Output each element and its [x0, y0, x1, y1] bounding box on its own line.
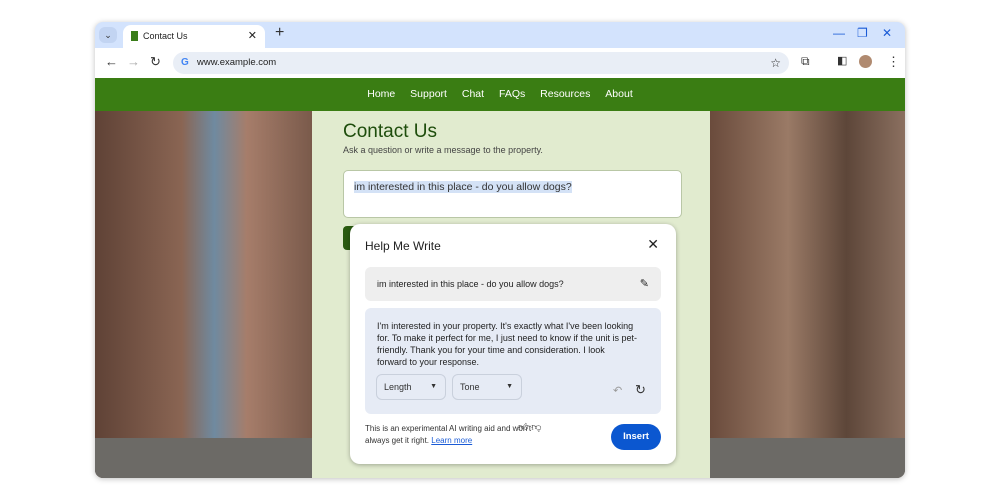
nav-chat[interactable]: Chat [462, 88, 484, 100]
reload-icon[interactable]: ↻ [150, 54, 161, 70]
forward-icon[interactable]: → [127, 54, 140, 69]
page-title: Contact Us [343, 121, 437, 142]
caret-down-icon: ▼ [506, 383, 513, 390]
thumbs-down-icon[interactable]: 👎︎ [531, 422, 541, 433]
nav-about[interactable]: About [605, 88, 632, 100]
edit-pencil-icon[interactable]: ✎ [640, 267, 649, 301]
dialog-title: Help Me Write [365, 239, 441, 253]
response-panel: I'm interested in your property. It's ex… [365, 308, 661, 414]
close-icon[interactable]: ✕ [647, 236, 659, 253]
length-dropdown[interactable]: Length ▼ [376, 374, 446, 400]
tone-label: Tone [460, 382, 480, 392]
close-tab-icon[interactable]: ✕ [248, 25, 257, 48]
learn-more-link[interactable]: Learn more [431, 436, 472, 445]
nav-faqs[interactable]: FAQs [499, 88, 525, 100]
undo-icon[interactable]: ↶ [613, 384, 622, 397]
prompt-text: im interested in this place - do you all… [377, 279, 564, 289]
new-tab-button[interactable]: + [275, 24, 284, 42]
insert-button[interactable]: Insert [611, 424, 661, 450]
tone-dropdown[interactable]: Tone ▼ [452, 374, 522, 400]
address-bar[interactable]: G www.example.com ☆ [173, 52, 789, 74]
nav-resources[interactable]: Resources [540, 88, 590, 100]
toolbar: ← → ↻ G www.example.com ☆ ⧉ ◧ ⋮ [95, 48, 905, 78]
bookmark-star-icon[interactable]: ☆ [770, 52, 781, 74]
building-photo-left [95, 111, 312, 478]
minimize-icon[interactable]: — [833, 26, 845, 40]
close-window-icon[interactable]: ✕ [882, 26, 892, 40]
google-icon: G [181, 57, 189, 68]
menu-icon[interactable]: ⋮ [887, 54, 900, 70]
caret-down-icon: ▼ [430, 383, 437, 390]
site-nav: Home Support Chat FAQs Resources About [95, 78, 905, 111]
tab-contact-us[interactable]: Contact Us ✕ [123, 25, 265, 48]
regenerate-icon[interactable]: ↻ [635, 382, 646, 398]
response-text: I'm interested in your property. It's ex… [377, 321, 637, 367]
extensions-icon[interactable]: ⧉ [801, 54, 810, 69]
tab-search-button[interactable]: ⌄ [99, 27, 117, 43]
length-label: Length [384, 382, 412, 392]
feedback: 👍︎ 👎︎ [518, 421, 541, 433]
message-textarea[interactable]: im interested in this place - do you all… [343, 170, 682, 218]
tab-bar: ⌄ Contact Us ✕ + — ❐ ✕ [95, 22, 905, 48]
prompt-field[interactable]: im interested in this place - do you all… [365, 267, 661, 301]
side-panel-icon[interactable]: ◧ [837, 54, 847, 67]
back-icon[interactable]: ← [105, 54, 118, 69]
avatar[interactable] [859, 55, 872, 68]
message-text: im interested in this place - do you all… [354, 181, 572, 193]
nav-home[interactable]: Home [367, 88, 395, 100]
nav-support[interactable]: Support [410, 88, 447, 100]
restore-icon[interactable]: ❐ [857, 26, 868, 40]
thumbs-up-icon[interactable]: 👍︎ [518, 422, 528, 433]
url-text: www.example.com [197, 57, 277, 68]
tab-title: Contact Us [143, 31, 188, 41]
favicon-icon [131, 31, 138, 41]
building-photo-right [710, 111, 905, 478]
help-me-write-dialog: Help Me Write ✕ im interested in this pl… [350, 224, 676, 464]
page-subtitle: Ask a question or write a message to the… [343, 145, 543, 155]
